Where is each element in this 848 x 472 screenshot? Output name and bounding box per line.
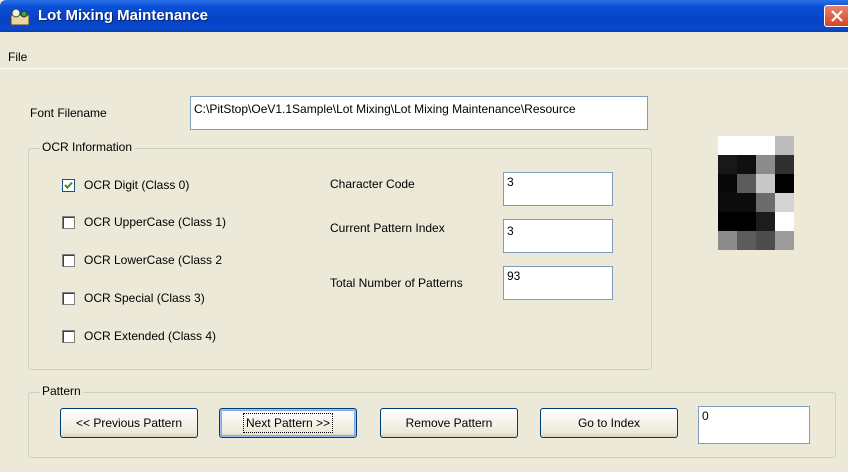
app-icon	[10, 8, 30, 26]
pattern-pixel	[737, 174, 756, 193]
pattern-pixel	[718, 193, 737, 212]
font-filename-label: Font Filename	[30, 106, 107, 120]
pattern-pixel	[718, 155, 737, 174]
pattern-pixel	[718, 174, 737, 193]
current-pattern-index-field[interactable]: 3	[503, 219, 613, 253]
pattern-pixel	[756, 193, 775, 212]
pattern-pixel	[756, 174, 775, 193]
next-pattern-button[interactable]: Next Pattern >>	[219, 408, 357, 438]
checkmark-icon	[64, 181, 73, 189]
pattern-pixel	[756, 136, 775, 155]
remove-pattern-button[interactable]: Remove Pattern	[380, 408, 518, 438]
menu-file[interactable]: File	[8, 50, 27, 64]
next-pattern-label: Next Pattern >>	[242, 413, 334, 433]
pattern-pixel	[737, 155, 756, 174]
close-button[interactable]	[824, 5, 848, 27]
pattern-pixel	[737, 231, 756, 250]
go-to-index-button[interactable]: Go to Index	[540, 408, 678, 438]
ocr-digit-label: OCR Digit (Class 0)	[84, 178, 190, 192]
ocr-special-label: OCR Special (Class 3)	[84, 291, 205, 305]
pattern-pixel	[718, 212, 737, 231]
font-filename-field[interactable]: C:\PitStop\OeV1.1Sample\Lot Mixing\Lot M…	[190, 96, 648, 130]
close-icon	[831, 10, 843, 22]
ocr-uppercase-checkbox[interactable]	[62, 216, 75, 229]
total-patterns-label: Total Number of Patterns	[330, 276, 463, 290]
go-to-index-field[interactable]: 0	[698, 406, 810, 444]
pattern-pixel	[775, 155, 794, 174]
pattern-pixel	[775, 193, 794, 212]
ocr-uppercase-label: OCR UpperCase (Class 1)	[84, 215, 227, 229]
ocr-extended-checkbox[interactable]	[62, 330, 75, 343]
pattern-pixel	[737, 193, 756, 212]
pattern-pixel	[718, 231, 737, 250]
character-code-field[interactable]: 3	[503, 172, 613, 206]
pattern-pixel	[775, 136, 794, 155]
pattern-pixel	[756, 212, 775, 231]
pattern-preview-image	[718, 136, 794, 250]
pattern-pixel	[775, 174, 794, 193]
pattern-pixel	[737, 212, 756, 231]
character-code-label: Character Code	[330, 177, 415, 191]
ocr-lowercase-label: OCR LowerCase (Class 2	[84, 253, 223, 267]
pattern-pixel	[737, 136, 756, 155]
pattern-group-title: Pattern	[40, 384, 83, 398]
current-pattern-index-label: Current Pattern Index	[330, 221, 445, 235]
window-title: Lot Mixing Maintenance	[38, 7, 209, 24]
title-bar[interactable]: Lot Mixing Maintenance	[0, 0, 848, 32]
previous-pattern-button[interactable]: << Previous Pattern	[60, 408, 198, 438]
ocr-extended-label: OCR Extended (Class 4)	[84, 329, 217, 343]
pattern-pixel	[718, 136, 737, 155]
pattern-pixel	[775, 212, 794, 231]
pattern-pixel	[756, 231, 775, 250]
ocr-lowercase-checkbox[interactable]	[62, 254, 75, 267]
go-to-index-label: Go to Index	[577, 416, 641, 430]
pattern-pixel	[756, 155, 775, 174]
menu-bar: File	[0, 32, 848, 69]
ocr-digit-checkbox[interactable]	[62, 179, 75, 192]
ocr-special-checkbox[interactable]	[62, 292, 75, 305]
pattern-pixel	[775, 231, 794, 250]
total-patterns-field[interactable]: 93	[503, 266, 613, 300]
previous-pattern-label: << Previous Pattern	[75, 416, 183, 430]
remove-pattern-label: Remove Pattern	[405, 416, 493, 430]
ocr-information-title: OCR Information	[40, 140, 135, 154]
